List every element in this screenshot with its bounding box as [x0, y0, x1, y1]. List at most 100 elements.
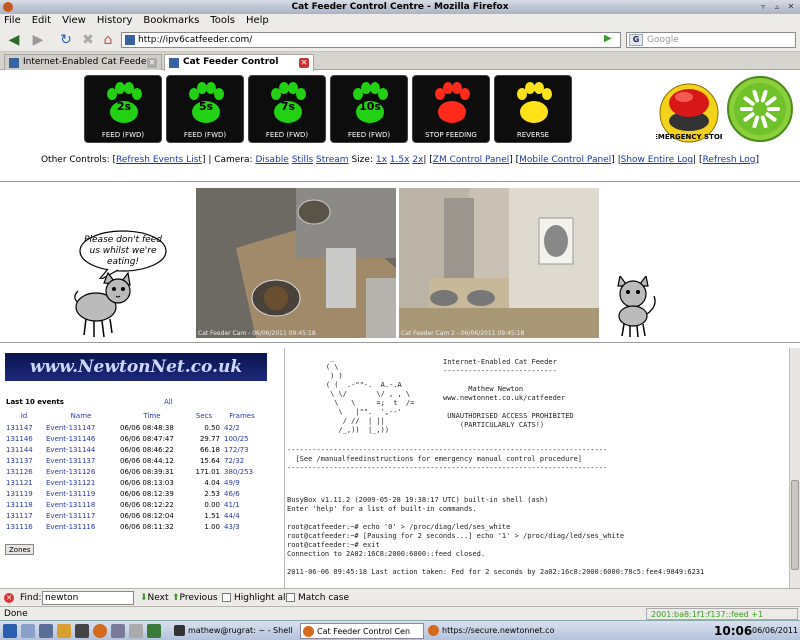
event-id[interactable]: 131126: [4, 466, 44, 477]
event-frames[interactable]: 44/4: [222, 510, 262, 521]
size-2x-link[interactable]: 2x: [412, 155, 423, 165]
menu-file[interactable]: File: [4, 14, 21, 28]
match-case-checkbox[interactable]: Match case: [286, 589, 349, 607]
table-row[interactable]: 131117 Event-131117 06/06 08:12:04 1.51 44/4: [4, 510, 262, 521]
close-icon[interactable]: ✕: [785, 1, 797, 13]
stop-feeding-button[interactable]: STOP FEEDING: [412, 75, 490, 143]
forward-icon[interactable]: ▶: [28, 31, 48, 49]
ipv6-status[interactable]: 2001:ba8:1f1:f137::feed +1: [646, 608, 798, 620]
newtonnet-logo[interactable]: www.NewtonNet.co.uk: [5, 353, 267, 381]
event-frames[interactable]: 172/73: [222, 444, 262, 455]
konsole-icon[interactable]: [39, 624, 53, 638]
event-frames[interactable]: 49/9: [222, 477, 262, 488]
desktop-icon[interactable]: [21, 624, 35, 638]
table-row[interactable]: 131146 Event-131146 06/06 08:47:47 29.77 100…: [4, 433, 262, 444]
firefox-launcher-icon[interactable]: [93, 624, 107, 638]
event-id[interactable]: 131117: [4, 510, 44, 521]
event-id[interactable]: 131121: [4, 477, 44, 488]
table-row[interactable]: 131137 Event-131137 06/06 08:44:12 15.64 72/…: [4, 455, 262, 466]
table-row[interactable]: 131121 Event-131121 06/06 08:13:03 4.04 49/9: [4, 477, 262, 488]
network-icon[interactable]: [147, 624, 161, 638]
feed-7s-button[interactable]: 7s FEED (FWD): [248, 75, 326, 143]
refresh-log-link[interactable]: Refresh Log: [703, 155, 756, 165]
scrollbar-thumb[interactable]: [791, 480, 799, 570]
zm-control-panel-link[interactable]: ZM Control Panel: [433, 155, 509, 165]
header-frames[interactable]: Frames: [222, 410, 262, 422]
feed-2s-button[interactable]: 2s FEED (FWD): [84, 75, 162, 143]
table-row[interactable]: 131147 Event-131147 06/06 08:48:38 0.50 42/2: [4, 422, 262, 433]
url-bar[interactable]: http://ipv6catfeeder.com/: [121, 32, 621, 48]
event-id[interactable]: 131119: [4, 488, 44, 499]
camera-stream-link[interactable]: Stream: [316, 155, 349, 165]
terminal-icon[interactable]: [75, 624, 89, 638]
find-close-icon[interactable]: ✕: [4, 593, 14, 603]
search-box[interactable]: G Google: [626, 32, 796, 48]
event-name[interactable]: Event-131121: [44, 477, 118, 488]
start-button[interactable]: [726, 75, 794, 143]
tab-close-icon[interactable]: ✕: [299, 58, 309, 68]
event-id[interactable]: 131137: [4, 455, 44, 466]
events-all-link[interactable]: All: [164, 398, 173, 406]
event-frames[interactable]: 46/6: [222, 488, 262, 499]
header-time[interactable]: Time: [118, 410, 186, 422]
event-name[interactable]: Event-131144: [44, 444, 118, 455]
table-row[interactable]: 131126 Event-131126 06/06 08:39:31 171.01 38…: [4, 466, 262, 477]
maximize-icon[interactable]: ▵: [771, 1, 783, 13]
event-frames[interactable]: 380/253: [222, 466, 262, 477]
menu-edit[interactable]: Edit: [32, 14, 51, 28]
header-name[interactable]: Name: [44, 410, 118, 422]
search-engine-icon[interactable]: G: [629, 34, 643, 46]
camera-feed-2[interactable]: Cat Feeder Cam 2 - 06/06/2011 09:45:18: [399, 188, 599, 338]
find-input[interactable]: newton: [42, 591, 134, 605]
task-firefox-secure[interactable]: https://secure.newtonnet.co: [426, 623, 554, 639]
header-secs[interactable]: Secs: [186, 410, 222, 422]
printer-icon[interactable]: [129, 624, 143, 638]
show-entire-log-link[interactable]: Show Entire Log: [621, 155, 694, 165]
checkbox-box[interactable]: [222, 593, 231, 602]
task-shell[interactable]: mathew@rugrat: ~ - Shell: [172, 623, 296, 639]
feed-5s-button[interactable]: 5s FEED (FWD): [166, 75, 244, 143]
camera-feed-1[interactable]: Cat Feeder Cam - 06/06/2011 09:45:18: [196, 188, 396, 338]
event-id[interactable]: 131144: [4, 444, 44, 455]
console-scrollbar[interactable]: [789, 348, 800, 588]
mail-icon[interactable]: [111, 624, 125, 638]
menu-tools[interactable]: Tools: [210, 14, 235, 28]
event-name[interactable]: Event-131117: [44, 510, 118, 521]
find-previous-button[interactable]: ⬆Previous: [172, 589, 218, 607]
back-icon[interactable]: ◀: [4, 31, 24, 49]
go-icon[interactable]: ▶: [604, 33, 612, 44]
task-firefox-catfeeder[interactable]: Cat Feeder Control Cen: [300, 623, 424, 639]
camera-disable-link[interactable]: Disable: [255, 155, 288, 165]
find-next-button[interactable]: ⬇Next: [140, 589, 169, 607]
event-name[interactable]: Event-131118: [44, 499, 118, 510]
checkbox-box[interactable]: [286, 593, 295, 602]
menu-view[interactable]: View: [62, 14, 86, 28]
refresh-events-link[interactable]: Refresh Events List: [116, 155, 202, 165]
event-name[interactable]: Event-131146: [44, 433, 118, 444]
event-id[interactable]: 131116: [4, 521, 44, 532]
event-frames[interactable]: 43/3: [222, 521, 262, 532]
stop-icon[interactable]: ✖: [80, 31, 96, 49]
event-name[interactable]: Event-131126: [44, 466, 118, 477]
event-id[interactable]: 131146: [4, 433, 44, 444]
clock[interactable]: 10:06: [714, 621, 752, 640]
event-frames[interactable]: 41/1: [222, 499, 262, 510]
mobile-control-panel-link[interactable]: Mobile Control Panel: [519, 155, 611, 165]
highlight-all-checkbox[interactable]: Highlight all: [222, 589, 288, 607]
table-row[interactable]: 131144 Event-131144 06/06 08:46:22 66.18 172…: [4, 444, 262, 455]
header-id[interactable]: Id: [4, 410, 44, 422]
table-row[interactable]: 131116 Event-131116 06/06 08:11:32 1.00 43/3: [4, 521, 262, 532]
kde-menu-icon[interactable]: [3, 624, 17, 638]
feed-10s-button[interactable]: 10s FEED (FWD): [330, 75, 408, 143]
size-1x-link[interactable]: 1x: [376, 155, 387, 165]
event-name[interactable]: Event-131119: [44, 488, 118, 499]
menu-help[interactable]: Help: [246, 14, 269, 28]
event-frames[interactable]: 100/25: [222, 433, 262, 444]
tab-internet-cat-feeder[interactable]: Internet-Enabled Cat Feeder ✕: [4, 54, 162, 70]
event-frames[interactable]: 42/2: [222, 422, 262, 433]
reverse-button[interactable]: REVERSE: [494, 75, 572, 143]
emergency-stop-button[interactable]: EMERGENCY STOP: [656, 75, 722, 143]
event-frames[interactable]: 72/32: [222, 455, 262, 466]
table-row[interactable]: 131118 Event-131118 06/06 08:12:22 0.00 41/1: [4, 499, 262, 510]
event-id[interactable]: 131118: [4, 499, 44, 510]
